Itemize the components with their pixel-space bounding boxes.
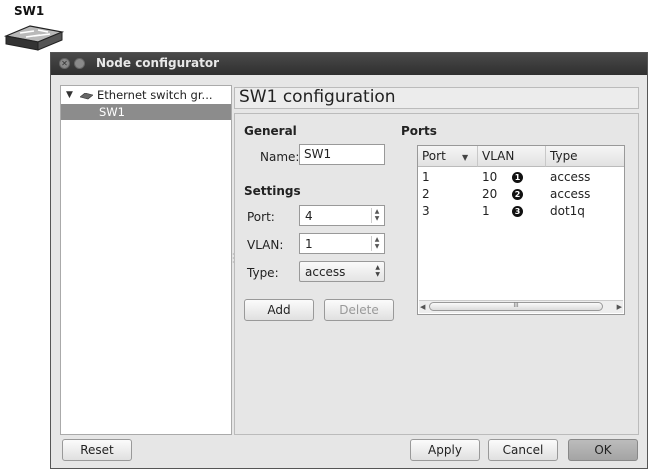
cancel-button[interactable]: Cancel [488, 439, 558, 461]
reset-button[interactable]: Reset [62, 439, 132, 461]
config-header: SW1 configuration [234, 87, 639, 109]
ethernet-switch-icon[interactable] [4, 18, 64, 54]
vlan-cell: 10 [482, 170, 498, 184]
type-label: Type: [247, 266, 279, 280]
scrollbar-thumb[interactable]: III [429, 302, 603, 311]
apply-button[interactable]: Apply [410, 439, 480, 461]
spin-arrows-icon[interactable]: ▲ ▼ [371, 236, 382, 251]
type-value: access [305, 265, 346, 279]
port-spinbox[interactable]: 4 ▲ ▼ [299, 205, 385, 226]
scroll-left-icon[interactable]: ◀ [420, 301, 425, 313]
type-cell: dot1q [550, 204, 585, 218]
vlan-label: VLAN: [247, 238, 284, 252]
name-label: Name: [260, 150, 300, 164]
node-label: SW1 [14, 4, 45, 18]
callout-marker: 3 [512, 206, 523, 217]
column-header-type[interactable]: Type [546, 146, 624, 167]
sort-descending-icon: ▼ [462, 153, 469, 162]
port-value: 4 [305, 209, 313, 223]
add-button[interactable]: Add [244, 299, 314, 321]
minimize-icon[interactable] [74, 58, 85, 69]
column-header-port[interactable]: Port ▼ [418, 146, 478, 167]
select-arrows-icon: ▲ ▼ [375, 264, 380, 278]
column-header-label: Port [422, 149, 446, 163]
expand-arrow-icon[interactable]: ▼ [66, 90, 73, 100]
type-cell: access [550, 170, 591, 184]
port-cell: 3 [422, 204, 430, 218]
tree-group-label: Ethernet switch gr... [97, 88, 213, 102]
tree-item-sw1[interactable]: SW1 [61, 104, 231, 120]
type-cell: access [550, 187, 591, 201]
port-label: Port: [247, 210, 275, 224]
column-header-vlan[interactable]: VLAN [478, 146, 546, 167]
vlan-cell: 1 [482, 204, 490, 218]
scroll-right-icon[interactable]: ▶ [617, 301, 622, 313]
vlan-spinbox[interactable]: 1 ▲ ▼ [299, 233, 385, 254]
callout-marker: 1 [512, 172, 523, 183]
node-tree[interactable]: ▼ Ethernet switch gr... SW1 [60, 85, 232, 435]
vlan-value: 1 [305, 237, 313, 251]
port-cell: 1 [422, 170, 430, 184]
horizontal-scrollbar[interactable]: ◀ III ▶ [419, 300, 623, 313]
settings-section-label: Settings [244, 184, 301, 198]
switch-small-icon [80, 93, 93, 100]
node-configurator-dialog: ✕ Node configurator ▼ Ethernet switch gr… [50, 52, 648, 469]
close-icon[interactable]: ✕ [59, 58, 70, 69]
port-cell: 2 [422, 187, 430, 201]
config-panel: General Name: SW1 Settings Port: 4 ▲ ▼ VL… [234, 113, 639, 435]
title-bar[interactable]: ✕ Node configurator [51, 53, 647, 75]
name-input[interactable]: SW1 [299, 144, 385, 165]
window-title: Node configurator [96, 56, 220, 70]
type-select[interactable]: access ▲ ▼ [299, 261, 385, 282]
scroll-grip: III [513, 302, 519, 309]
vlan-cell: 20 [482, 187, 498, 201]
spin-arrows-icon[interactable]: ▲ ▼ [371, 208, 382, 223]
ok-button[interactable]: OK [568, 439, 638, 461]
tree-group-ethernet-switch[interactable]: ▼ Ethernet switch gr... [61, 88, 231, 104]
general-section-label: General [244, 124, 297, 138]
ports-section-label: Ports [401, 124, 437, 138]
delete-button[interactable]: Delete [324, 299, 394, 321]
ports-table[interactable]: Port ▼ VLAN Type 1 10 1 access 2 20 2 ac… [417, 145, 625, 315]
config-title: SW1 configuration [239, 87, 396, 107]
callout-marker: 2 [512, 189, 523, 200]
tree-item-label: SW1 [99, 105, 125, 119]
